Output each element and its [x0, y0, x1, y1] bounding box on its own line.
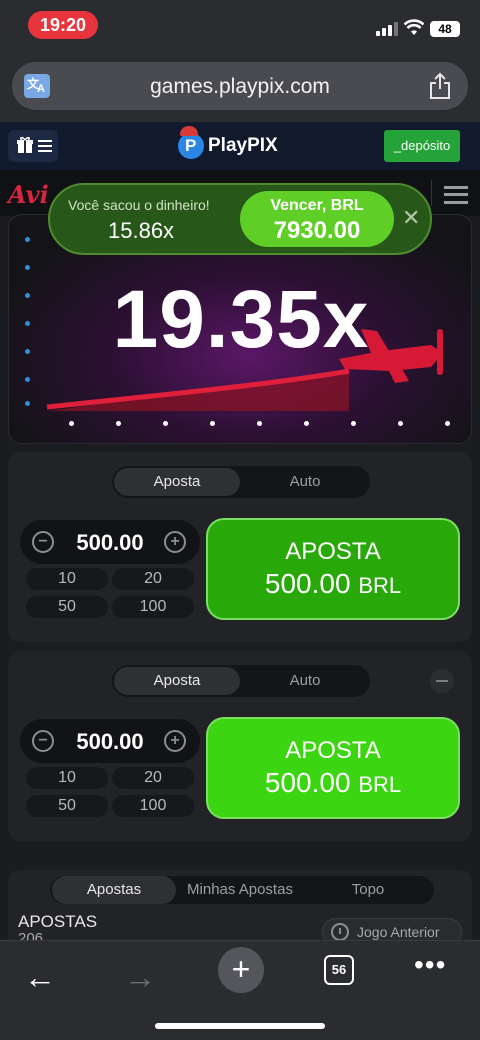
tab-all-bets[interactable]: Apostas: [52, 876, 176, 904]
plus-icon[interactable]: +: [164, 531, 186, 553]
new-tab-button[interactable]: +: [218, 947, 264, 993]
site-menu-button[interactable]: [8, 130, 58, 162]
game-menu-icon[interactable]: [444, 186, 468, 204]
site-header: PlayPIX _depósito: [0, 122, 480, 170]
bet-currency: BRL: [358, 573, 402, 598]
tab-bet[interactable]: Aposta: [114, 468, 240, 496]
tab-bet[interactable]: Aposta: [114, 667, 240, 695]
menu-icon: [38, 140, 52, 152]
bets-tabs: Apostas Minhas Apostas Topo: [50, 876, 434, 904]
stake-stepper: − 500.00 +: [20, 719, 200, 763]
clock: 19:20: [28, 11, 98, 39]
plus-icon[interactable]: +: [164, 730, 186, 752]
address-bar[interactable]: 文A games.playpix.com: [12, 62, 468, 110]
tab-auto[interactable]: Auto: [242, 667, 368, 695]
bet-amount-value: 500.00: [264, 767, 351, 798]
quick-stake-button[interactable]: 100: [112, 795, 194, 817]
quick-stake-button[interactable]: 100: [112, 596, 194, 618]
quick-stake-button[interactable]: 10: [26, 767, 108, 789]
cashout-toast: Você sacou o dinheiro! 15.86x Vencer, BR…: [48, 183, 432, 255]
bet-amount-value: 500.00: [264, 568, 351, 599]
bet-mode-tabs: Aposta Auto: [112, 466, 370, 498]
divider: [431, 180, 432, 206]
bet-mode-tabs: Aposta Auto: [112, 665, 370, 697]
bet-button-title: APOSTA: [285, 538, 381, 565]
quick-stake-button[interactable]: 50: [26, 596, 108, 618]
bet-button-amount: 500.00 BRL: [208, 767, 458, 799]
logo-text: PlayPIX: [208, 135, 278, 156]
win-label: Vencer, BRL: [270, 197, 364, 214]
deposit-button[interactable]: _depósito: [384, 130, 460, 162]
tab-auto[interactable]: Auto: [242, 468, 368, 496]
cashout-multiplier: 15.86x: [108, 218, 175, 243]
playpix-logo[interactable]: PlayPIX: [178, 126, 278, 162]
quick-stake-button[interactable]: 20: [112, 767, 194, 789]
tabs-count-button[interactable]: 56: [324, 955, 354, 985]
bet-button[interactable]: APOSTA 500.00 BRL: [206, 518, 460, 620]
bet-button-amount: 500.00 BRL: [208, 568, 458, 600]
browser-bottom-bar: ← → + 56 •••: [0, 940, 480, 1040]
quick-stake-button[interactable]: 10: [26, 568, 108, 590]
bet-currency: BRL: [358, 772, 402, 797]
quick-stake-button[interactable]: 50: [26, 795, 108, 817]
more-options-icon[interactable]: •••: [414, 949, 446, 981]
close-icon[interactable]: ✕: [402, 205, 420, 231]
status-bar: 19:20 48: [0, 0, 480, 54]
bet-button[interactable]: APOSTA 500.00 BRL: [206, 717, 460, 819]
cell-signal-icon: [376, 22, 398, 36]
gift-icon: [17, 136, 33, 153]
bet-button-title: APOSTA: [285, 737, 381, 764]
history-icon: [331, 923, 349, 941]
bets-title: APOSTAS: [18, 912, 98, 931]
bet-panel-2: Aposta Auto − 500.00 + 10 20 50 100 APOS…: [8, 651, 472, 841]
browser-toolbar: 文A games.playpix.com: [0, 54, 480, 122]
tab-my-bets[interactable]: Minhas Apostas: [178, 876, 302, 904]
win-badge: Vencer, BRL 7930.00: [240, 191, 394, 247]
url-text[interactable]: games.playpix.com: [12, 75, 468, 99]
quick-stake-button[interactable]: 20: [112, 568, 194, 590]
cashout-message: Você sacou o dinheiro!: [68, 197, 210, 213]
wifi-icon: [404, 19, 424, 35]
win-amount: 7930.00: [273, 217, 361, 244]
stake-stepper: − 500.00 +: [20, 520, 200, 564]
share-icon[interactable]: [428, 72, 452, 100]
aviator-logo: Avi: [8, 180, 49, 209]
previous-round-label: Jogo Anterior: [357, 924, 440, 940]
bet-panel-1: Aposta Auto − 500.00 + 10 20 50 100 APOS…: [8, 452, 472, 642]
remove-panel-button[interactable]: [430, 669, 454, 693]
logo-mark-icon: [178, 126, 204, 159]
forward-arrow-icon[interactable]: →: [124, 959, 156, 996]
screen: 19:20 48 文A games.playpix.com PlayPIX _d…: [0, 0, 480, 1040]
round-multiplier: 19.35x: [112, 274, 370, 365]
tab-top[interactable]: Topo: [304, 876, 432, 904]
battery-indicator: 48: [430, 21, 460, 37]
back-arrow-icon[interactable]: ←: [24, 959, 56, 996]
home-indicator: [155, 1023, 325, 1029]
